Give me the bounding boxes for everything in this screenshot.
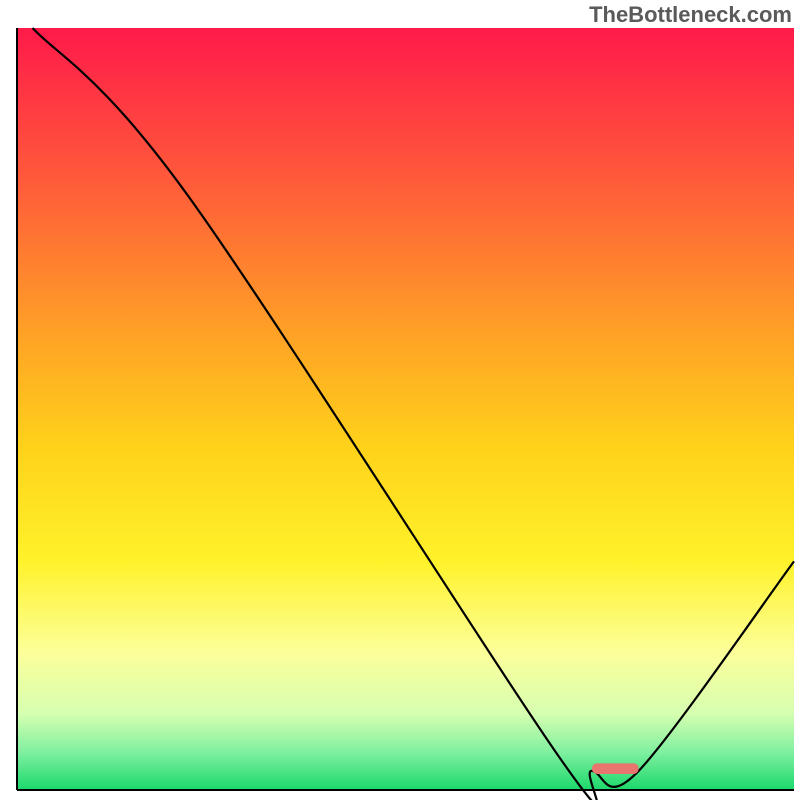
bottleneck-chart	[0, 0, 800, 800]
watermark-text: TheBottleneck.com	[589, 2, 792, 28]
chart-container: TheBottleneck.com	[0, 0, 800, 800]
optimal-range-marker	[592, 763, 639, 774]
